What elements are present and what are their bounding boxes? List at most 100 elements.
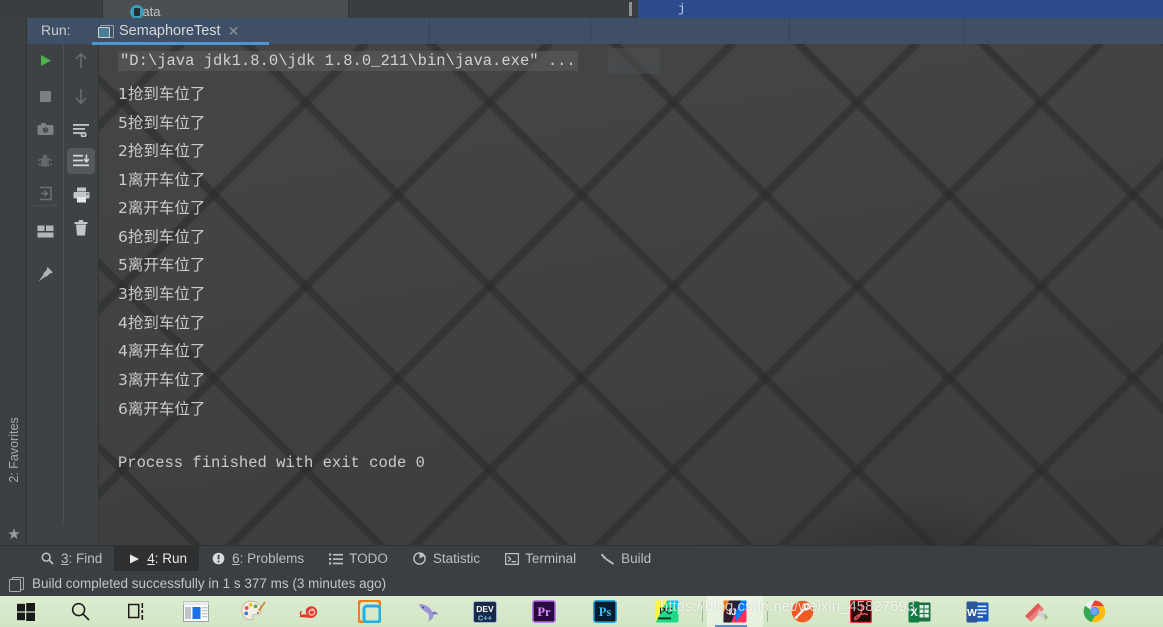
word-icon: W bbox=[966, 601, 988, 622]
search-button[interactable] bbox=[52, 596, 108, 627]
pie-chart-icon bbox=[412, 551, 427, 566]
console-line: 6离开车位了 bbox=[118, 400, 206, 418]
down-stack-button[interactable] bbox=[67, 83, 95, 109]
taskbar-separator bbox=[767, 601, 768, 622]
search-icon bbox=[40, 551, 55, 566]
arrow-down-icon bbox=[75, 88, 87, 104]
top-partial-window-strip: Data j bbox=[0, 0, 1163, 18]
run-configuration-icon bbox=[98, 24, 114, 38]
pin-tab-button[interactable] bbox=[31, 261, 59, 287]
windows-taskbar: DEV C++ Pr Ps PC IJ X W bbox=[0, 596, 1163, 627]
pycharm-app[interactable]: PC bbox=[636, 596, 698, 627]
soft-wrap-button[interactable] bbox=[67, 117, 95, 143]
windows-logo-icon bbox=[17, 602, 35, 621]
word-app[interactable]: W bbox=[948, 596, 1006, 627]
tool-tab-label: 4: Run bbox=[147, 551, 188, 566]
console-output[interactable]: "D:\java jdk1.8.0\jdk 1.8.0_211\bin\java… bbox=[100, 44, 1163, 545]
trash-icon bbox=[74, 220, 88, 236]
top-strip-divider bbox=[348, 0, 349, 18]
top-selected-row[interactable] bbox=[638, 0, 1163, 18]
sidebar-item-favorites[interactable]: 2: Favorites bbox=[7, 408, 21, 492]
command-ellipsis-box[interactable] bbox=[608, 48, 660, 74]
excel-app[interactable]: X bbox=[890, 596, 948, 627]
photoshop-app[interactable]: Ps bbox=[574, 596, 636, 627]
tool-tab-label: 6: Problems bbox=[232, 551, 305, 566]
status-message: Build completed successfully in 1 s 377 … bbox=[32, 576, 387, 591]
devcpp-app[interactable]: DEV C++ bbox=[456, 596, 514, 627]
vmware-app[interactable] bbox=[340, 596, 398, 627]
svg-text:IJ: IJ bbox=[729, 607, 737, 617]
favorites-label: 2: Favorites bbox=[7, 417, 21, 483]
top-selected-row-text: j bbox=[678, 2, 686, 16]
tool-tab-label: TODO bbox=[349, 551, 388, 566]
news-app[interactable] bbox=[168, 596, 224, 627]
pin-icon bbox=[38, 266, 53, 281]
tool-tab-label: Terminal bbox=[525, 551, 577, 566]
dev-cpp-icon: DEV C++ bbox=[473, 600, 497, 623]
status-bar: Build completed successfully in 1 s 377 … bbox=[0, 571, 1163, 596]
layout-icon bbox=[37, 225, 53, 237]
svg-text:DEV: DEV bbox=[476, 604, 494, 614]
close-icon[interactable]: ✕ bbox=[228, 24, 240, 38]
console-line: 4离开车位了 bbox=[118, 342, 206, 360]
search-icon bbox=[71, 602, 90, 621]
attach-button[interactable] bbox=[31, 180, 59, 206]
acrobat-app[interactable] bbox=[832, 596, 890, 627]
header-divider bbox=[789, 18, 790, 44]
console-line: 5离开车位了 bbox=[118, 256, 206, 274]
top-strip-divider bbox=[102, 0, 103, 18]
ide-screen: Data j 2: Favorites ★ Run: SemaphoreTest… bbox=[0, 0, 1163, 627]
arrow-up-icon bbox=[75, 52, 87, 68]
tool-tab-find[interactable]: 3: Find bbox=[28, 546, 114, 572]
scroll-end-icon bbox=[72, 154, 89, 167]
console-line: 5抢到车位了 bbox=[118, 114, 206, 132]
start-button[interactable] bbox=[0, 596, 52, 627]
task-view-button[interactable] bbox=[108, 596, 168, 627]
soft-wrap-icon bbox=[72, 124, 89, 137]
chrome-app[interactable] bbox=[1066, 596, 1122, 627]
premiere-app[interactable]: Pr bbox=[514, 596, 574, 627]
stop-button[interactable] bbox=[31, 83, 59, 109]
print-button[interactable] bbox=[67, 182, 95, 208]
svg-text:C++: C++ bbox=[478, 613, 493, 622]
paint-palette-icon bbox=[240, 600, 266, 621]
screenshot-button[interactable] bbox=[31, 116, 59, 142]
header-divider bbox=[590, 18, 591, 44]
star-icon[interactable]: ★ bbox=[6, 527, 22, 543]
books-icon bbox=[1024, 602, 1048, 622]
snipaste-app[interactable] bbox=[282, 596, 340, 627]
console-line: 1抢到车位了 bbox=[118, 85, 206, 103]
pycharm-icon: PC bbox=[655, 600, 679, 623]
console-line-exit: Process finished with exit code 0 bbox=[118, 454, 425, 472]
debug-button[interactable] bbox=[31, 148, 59, 174]
premiere-icon: Pr bbox=[532, 600, 556, 623]
svg-text:Ps: Ps bbox=[599, 605, 612, 619]
photoshop-icon: Ps bbox=[593, 600, 617, 623]
books-app[interactable] bbox=[1006, 596, 1066, 627]
tab-label: SemaphoreTest bbox=[119, 23, 221, 39]
database-icon bbox=[130, 5, 144, 18]
tool-tab-build[interactable]: Build bbox=[588, 546, 663, 572]
scroll-to-end-button[interactable] bbox=[67, 148, 95, 174]
clear-all-button[interactable] bbox=[67, 215, 95, 241]
console-line: 1离开车位了 bbox=[118, 171, 206, 189]
stop-icon bbox=[39, 90, 51, 102]
up-stack-button[interactable] bbox=[67, 47, 95, 73]
tool-tab-run[interactable]: 4: Run bbox=[114, 545, 200, 572]
layout-button[interactable] bbox=[31, 218, 59, 244]
svg-text:W: W bbox=[967, 607, 977, 619]
play-icon bbox=[40, 54, 51, 66]
tool-tab-todo[interactable]: TODO bbox=[316, 546, 400, 572]
paint-app[interactable] bbox=[224, 596, 282, 627]
intellij-idea-app[interactable]: IJ bbox=[707, 596, 763, 627]
tab-semaphore-test[interactable]: SemaphoreTest ✕ bbox=[92, 18, 245, 44]
navicat-app[interactable] bbox=[398, 596, 456, 627]
tool-tab-terminal[interactable]: Terminal bbox=[492, 546, 588, 572]
run-label: Run: bbox=[41, 22, 71, 38]
tool-tab-statistic[interactable]: Statistic bbox=[400, 546, 492, 572]
rerun-button[interactable] bbox=[31, 47, 59, 73]
import-icon bbox=[39, 186, 52, 200]
favorites-rail: 2: Favorites ★ bbox=[0, 18, 27, 545]
tool-tab-problems[interactable]: 6: Problems bbox=[199, 546, 316, 572]
tool-app[interactable] bbox=[772, 596, 832, 627]
